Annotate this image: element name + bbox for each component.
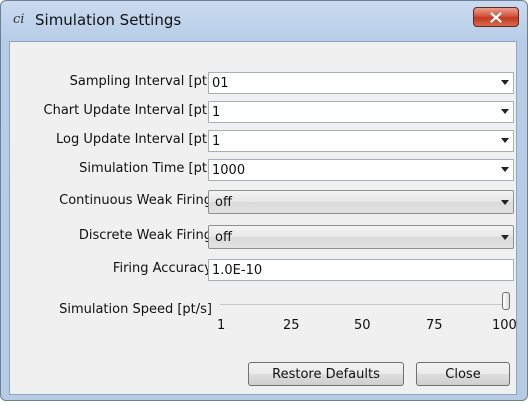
chevron-down-icon[interactable] bbox=[501, 109, 509, 114]
discrete-weak-firing-row: Discrete Weak Firing off bbox=[10, 225, 516, 249]
chart-update-interval-combo[interactable]: 1 bbox=[208, 101, 514, 123]
log-update-interval-combo[interactable]: 1 bbox=[208, 130, 514, 152]
continuous-weak-firing-label: Continuous Weak Firing bbox=[59, 193, 212, 208]
close-button[interactable]: Close bbox=[416, 362, 510, 386]
chart-update-interval-value[interactable]: 1 bbox=[212, 105, 220, 120]
sampling-interval-label: Sampling Interval [pt] bbox=[69, 74, 212, 89]
discrete-weak-firing-value: off bbox=[215, 230, 232, 245]
simulation-speed-label: Simulation Speed [pt/s] bbox=[59, 302, 212, 317]
firing-accuracy-row: Firing Accuracy 1.0E-10 bbox=[10, 259, 516, 281]
slider-tick-label: 1 bbox=[217, 318, 226, 333]
log-update-interval-row: Log Update Interval [pt] 1 bbox=[10, 130, 516, 152]
title-bar[interactable]: ci Simulation Settings bbox=[1, 1, 527, 41]
chevron-down-icon[interactable] bbox=[501, 200, 509, 205]
continuous-weak-firing-select[interactable]: off bbox=[208, 190, 514, 214]
simulation-time-combo[interactable]: 1000 bbox=[208, 159, 514, 181]
chart-update-interval-label: Chart Update Interval [pt] bbox=[43, 103, 212, 118]
log-update-interval-label: Log Update Interval [pt] bbox=[56, 132, 212, 147]
window-title: Simulation Settings bbox=[35, 11, 182, 29]
chevron-down-icon[interactable] bbox=[501, 167, 509, 172]
close-icon bbox=[490, 11, 502, 23]
discrete-weak-firing-label: Discrete Weak Firing bbox=[78, 228, 212, 243]
chevron-down-icon[interactable] bbox=[501, 80, 509, 85]
continuous-weak-firing-row: Continuous Weak Firing off bbox=[10, 190, 516, 214]
firing-accuracy-value[interactable]: 1.0E-10 bbox=[212, 263, 262, 278]
slider-tick-label: 100 bbox=[492, 318, 517, 333]
simulation-time-value[interactable]: 1000 bbox=[212, 163, 245, 178]
sampling-interval-combo[interactable]: 01 bbox=[208, 72, 514, 94]
discrete-weak-firing-select[interactable]: off bbox=[208, 225, 514, 249]
sampling-interval-value[interactable]: 01 bbox=[212, 76, 229, 91]
sampling-interval-row: Sampling Interval [pt] 01 bbox=[10, 72, 516, 94]
firing-accuracy-label: Firing Accuracy bbox=[112, 261, 212, 276]
close-window-button[interactable] bbox=[473, 7, 519, 27]
settings-panel: Sampling Interval [pt] 01 Chart Update I… bbox=[9, 41, 517, 395]
chevron-down-icon[interactable] bbox=[501, 138, 509, 143]
restore-defaults-button[interactable]: Restore Defaults bbox=[248, 362, 404, 386]
simulation-time-row: Simulation Time [pt] 1000 bbox=[10, 159, 516, 181]
simulation-settings-window: ci Simulation Settings Sampling Interval… bbox=[0, 0, 528, 401]
log-update-interval-value[interactable]: 1 bbox=[212, 134, 220, 149]
slider-tick-label: 50 bbox=[354, 318, 371, 333]
firing-accuracy-input[interactable]: 1.0E-10 bbox=[208, 259, 514, 281]
slider-tick-label: 75 bbox=[426, 318, 443, 333]
slider-tick-label: 25 bbox=[283, 318, 300, 333]
simulation-speed-slider-track[interactable] bbox=[220, 304, 510, 305]
continuous-weak-firing-value: off bbox=[215, 195, 232, 210]
app-icon: ci bbox=[13, 12, 25, 27]
chart-update-interval-row: Chart Update Interval [pt] 1 bbox=[10, 101, 516, 123]
simulation-speed-slider-thumb[interactable] bbox=[502, 292, 510, 310]
simulation-time-label: Simulation Time [pt] bbox=[79, 161, 212, 176]
chevron-down-icon[interactable] bbox=[501, 235, 509, 240]
